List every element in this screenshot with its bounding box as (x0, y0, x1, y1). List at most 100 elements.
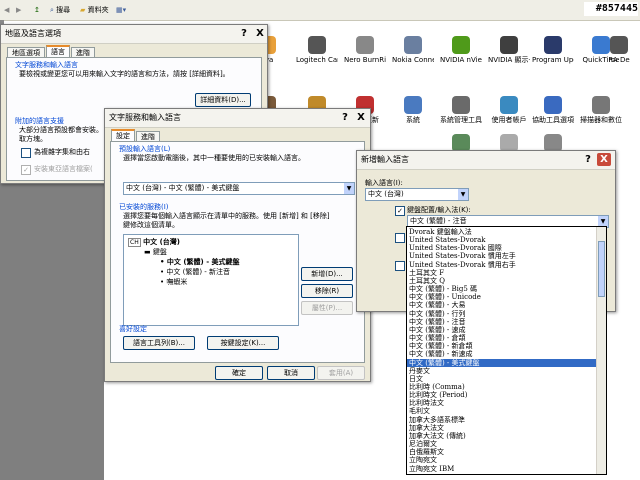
desktop-icon[interactable]: Logitech Camer... (296, 36, 338, 65)
keyboard-layout-value: 中文 (繁體) - 注音 (410, 217, 467, 225)
default-language-group-title: 預設輸入語言(L) (119, 145, 171, 153)
installed-services-group-title: 已安裝的服務(I) (119, 203, 169, 211)
dropdown-option[interactable]: United States-Dvorak 慣用左手 (407, 252, 596, 260)
complex-script-checkbox[interactable] (21, 148, 31, 158)
close-icon[interactable]: X (354, 111, 368, 124)
dropdown-option[interactable]: 中文 (繁體) - 注音 (407, 318, 596, 326)
keyboard-layout-label: 鍵盤配置/輸入法(K): (407, 206, 471, 214)
supplemental-description-2: 取方塊。 (19, 135, 47, 143)
dropdown-option[interactable]: 尼泊爾文 (407, 440, 596, 448)
dropdown-option[interactable]: 毛利文 (407, 407, 596, 415)
desktop-icon-label: Logitech Camer... (296, 56, 338, 64)
dropdown-option[interactable]: 中文 (繁體) - 新速成 (407, 350, 596, 358)
search-icon: ⌕ (50, 6, 54, 14)
dialog-title: 地區及語言選項 (1, 25, 267, 44)
tree-item[interactable]: • 中文 (繁體) - 新注音 (160, 268, 230, 277)
close-icon[interactable]: X (597, 153, 611, 166)
desktop-icon[interactable]: 系統管理工具 (440, 96, 482, 125)
close-icon[interactable]: X (253, 27, 267, 40)
tree-item-label: 嘸蝦米 (166, 278, 188, 286)
properties-button[interactable]: 屬性(P)... (301, 301, 353, 315)
dropdown-option[interactable]: 加拿大法文 (407, 424, 596, 432)
tree-item[interactable]: • 嘸蝦米 (160, 278, 187, 287)
language-bar-button[interactable]: 語言工具列(B)... (123, 336, 195, 350)
folder-icon: ▰ (80, 6, 86, 14)
desktop-icon[interactable]: RA De (598, 36, 640, 65)
desktop-icon[interactable]: 掃描器和數位相機 (580, 96, 622, 125)
scrollbar-thumb[interactable] (598, 241, 605, 297)
desktop-icon-label: 掃描器和數位相機 (580, 116, 622, 124)
nokia-icon (404, 36, 422, 54)
option-checkbox-2[interactable] (395, 233, 405, 243)
dropdown-scrollbar[interactable] (596, 227, 606, 474)
installed-services-list[interactable]: CH 中文 (台灣) ▬ 鍵盤 • 中文 (繁體) - 美式鍵盤 • 中文 (繁… (123, 234, 299, 326)
desktop-icon-label: NVIDIA nView Desktop M... (440, 56, 482, 64)
desktop-icon[interactable]: Nokia Connecti... (392, 36, 434, 65)
dropdown-option[interactable]: 中文 (繁體) - 美式鍵盤 (407, 358, 596, 367)
dropdown-option[interactable]: 比利時法文 (407, 399, 596, 407)
nvidia-icon (500, 36, 518, 54)
supplemental-description-1: 大部分語言預設都會安裝。 (19, 126, 103, 134)
dropdown-option[interactable]: 中文 (繁體) - 速成 (407, 326, 596, 334)
tree-language-node[interactable]: CH 中文 (台灣) (128, 238, 180, 247)
tree-item[interactable]: • 中文 (繁體) - 美式鍵盤 (160, 258, 240, 267)
dropdown-option[interactable]: 中文 (繁體) - 行列 (407, 310, 596, 318)
tree-keyboard-label: 鍵盤 (152, 248, 167, 256)
desktop-icon-label: 協助工具選項 (532, 116, 574, 124)
tree-keyboard-node[interactable]: ▬ 鍵盤 (144, 248, 167, 257)
desktop-icon[interactable]: 協助工具選項 (532, 96, 574, 125)
east-asian-checkbox[interactable]: ✓ (21, 165, 31, 175)
dropdown-option[interactable]: 加拿大多語系標準 (407, 416, 596, 424)
logitech-icon (308, 36, 326, 54)
input-language-select[interactable]: 中文 (台灣) ▼ (365, 188, 469, 201)
dropdown-option[interactable]: 土耳其文 F (407, 269, 596, 277)
dropdown-option[interactable]: 中文 (繁體) - 倉頡 (407, 334, 596, 342)
option-checkbox-3[interactable] (395, 261, 405, 271)
text-services-dialog: 文字服務和輸入語言 ? X 設定 進階 預設輸入語言(L) 選擇當您啟動電腦後，… (104, 108, 371, 382)
desktop-icon-label: 使用者帳戶 (491, 116, 527, 124)
desktop-icon-label: 系統管理工具 (440, 116, 482, 124)
details-button[interactable]: 詳細資料(D)... (195, 93, 251, 107)
forward-icon[interactable]: ◀ (4, 4, 9, 16)
dropdown-option[interactable]: United States-Dvorak 慣用右手 (407, 261, 596, 269)
desktop-icon[interactable]: Program Updates (532, 36, 574, 65)
dropdown-option[interactable]: 中文 (繁體) - 大易 (407, 301, 596, 309)
dropdown-option[interactable]: 立陶宛文 (407, 456, 596, 464)
add-button[interactable]: 新增(D)... (301, 267, 353, 281)
default-language-select[interactable]: 中文 (台灣) - 中文 (繁體) - 美式鍵盤 ▼ (123, 182, 355, 195)
dropdown-option[interactable]: 日文 (407, 375, 596, 383)
dropdown-option[interactable]: 比利時 (Comma) (407, 383, 596, 391)
ok-button[interactable]: 確定 (215, 366, 263, 380)
back-icon[interactable]: ▶ (16, 4, 21, 16)
desktop-icon-label: NVIDIA 顯示卡 (488, 56, 530, 64)
desktop-icon-label: RA De (608, 56, 630, 64)
help-icon[interactable]: ? (581, 153, 595, 166)
desktop-icon[interactable]: Nero BurnRights (344, 36, 386, 65)
remove-button[interactable]: 移除(R) (301, 284, 353, 298)
dropdown-option[interactable]: 加拿大法文 (傳統) (407, 432, 596, 440)
dropdown-option[interactable]: 土耳其文 Q (407, 277, 596, 285)
installed-description-1: 選擇您要每個輸入語言顯示在清單中的服務。使用 [新增] 和 [移除] (123, 212, 330, 220)
input-language-value: 中文 (台灣) (368, 190, 404, 198)
search-button[interactable]: ⌕ 搜尋 (50, 4, 70, 16)
desktop-icon[interactable]: 系統 (392, 96, 434, 125)
dropdown-option[interactable]: Dvorak 鍵盤輸入法 (407, 228, 596, 236)
folders-button[interactable]: ▰ 資料夾 (80, 4, 109, 16)
key-settings-button[interactable]: 按鍵設定(K)... (207, 336, 279, 350)
dropdown-option[interactable]: 丹麥文 (407, 367, 596, 375)
help-icon[interactable]: ? (237, 27, 251, 40)
dialog-title: 文字服務和輸入語言 (105, 109, 370, 128)
apply-button[interactable]: 套用(A) (317, 366, 365, 380)
dropdown-option[interactable]: 立陶宛文 IBM (407, 465, 596, 473)
help-icon[interactable]: ? (338, 111, 352, 124)
complex-script-label: 為複雜字集和由右 (34, 148, 90, 156)
views-icon[interactable]: ▦▾ (116, 4, 126, 16)
scanner-icon (592, 96, 610, 114)
desktop-icon[interactable]: NVIDIA nView Desktop M... (440, 36, 482, 65)
desktop-icon[interactable]: NVIDIA 顯示卡 (488, 36, 530, 65)
desktop-icon[interactable]: 使用者帳戶 (488, 96, 530, 125)
keyboard-layout-dropdown[interactable]: Dvorak 鍵盤輸入法 United States-Dvorak United S… (406, 226, 607, 475)
up-folder-icon[interactable]: ↥ (34, 4, 40, 16)
keyboard-layout-checkbox[interactable]: ✓ (395, 206, 405, 216)
cancel-button[interactable]: 取消 (267, 366, 315, 380)
